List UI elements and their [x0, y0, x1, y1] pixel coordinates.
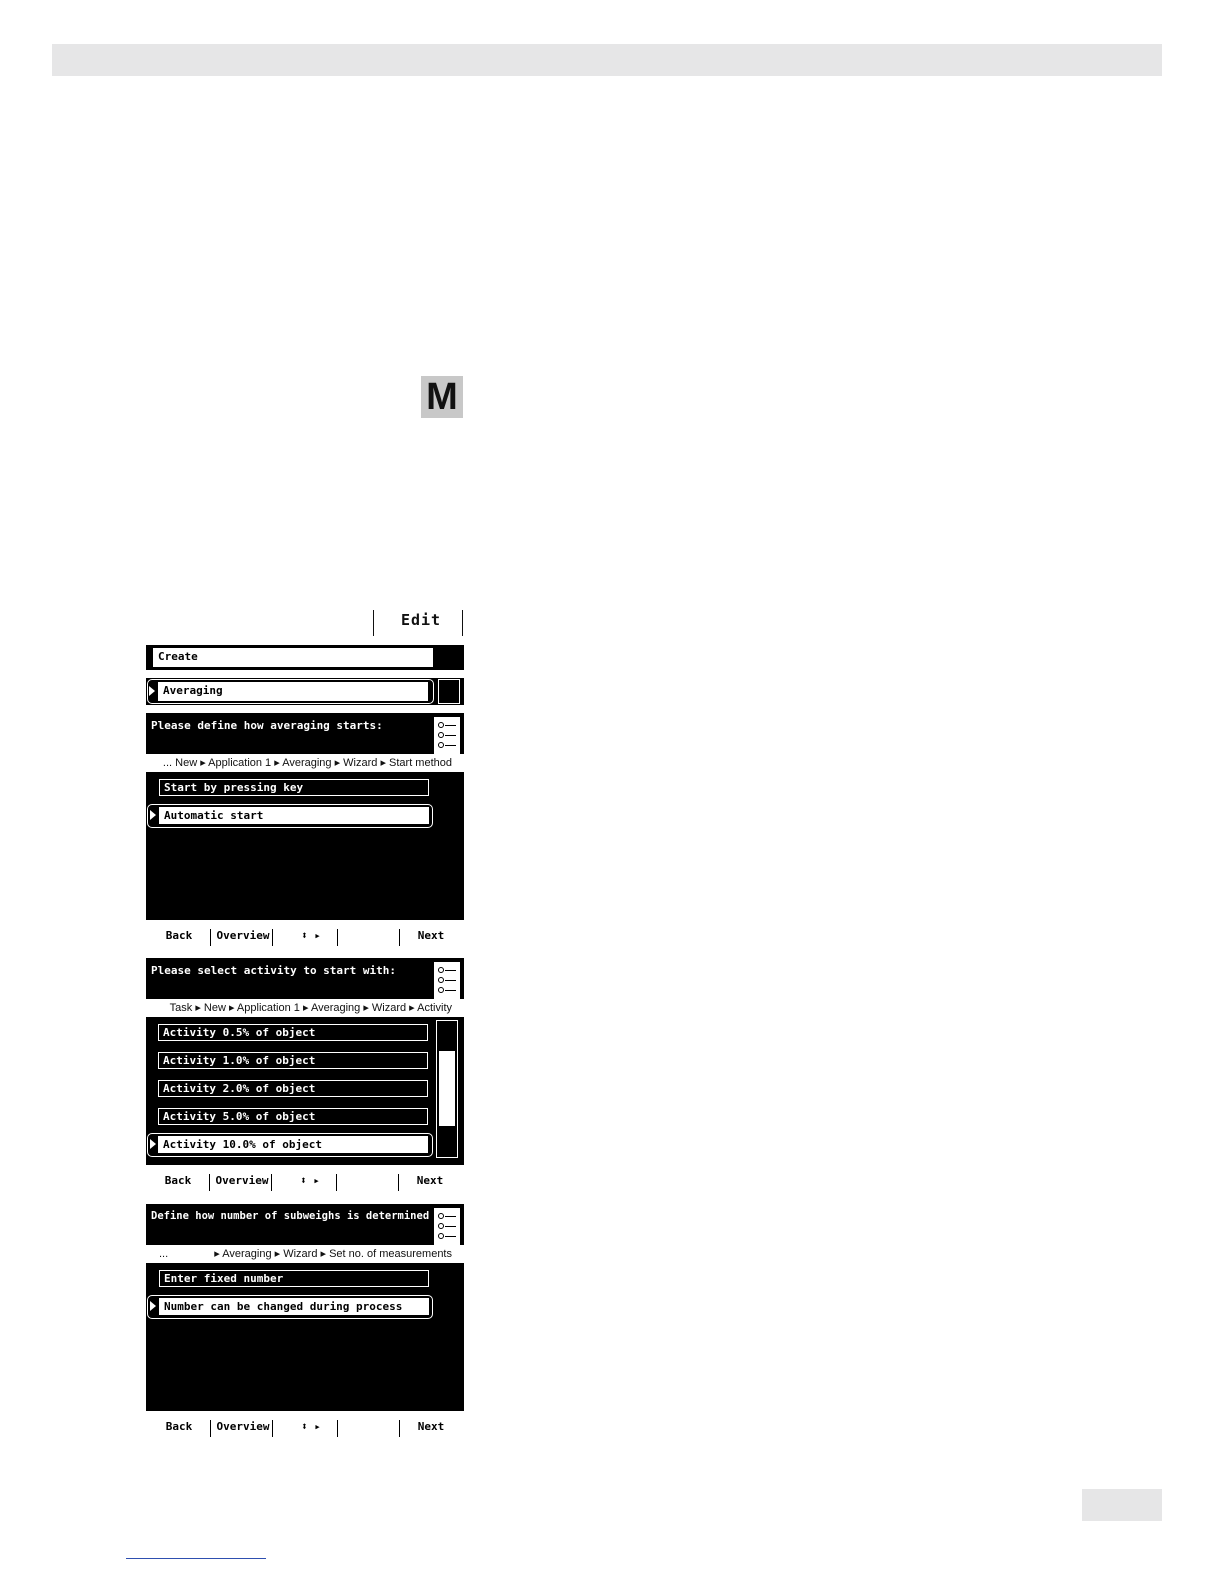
selection-arrow-icon [150, 810, 156, 820]
options-list: Start by pressing key Automatic start [146, 772, 464, 920]
list-view-icon[interactable] [434, 1208, 460, 1246]
softkey-bar: Back Overview ⬍ ▸ Next [146, 1412, 464, 1442]
dialog-title: Please define how averaging starts: [151, 719, 383, 732]
screen-activity: Please select activity to start with: Ta… [146, 958, 464, 1196]
back-button[interactable]: Back [156, 929, 202, 942]
divider [462, 610, 463, 636]
option-activity-2-0[interactable]: Activity 2.0% of object [158, 1080, 428, 1097]
navigate-arrows-icon[interactable]: ⬍ ▸ [286, 929, 336, 942]
dialog-title-bar: Define how number of subweighs is determ… [146, 1204, 464, 1246]
option-activity-0-5[interactable]: Activity 0.5% of object [158, 1024, 428, 1041]
softkey-bar: Back Overview ⬍ ▸ Next [146, 921, 464, 951]
navigate-arrows-icon[interactable]: ⬍ ▸ [285, 1174, 335, 1187]
option-number-changeable[interactable]: Number can be changed during process [159, 1298, 429, 1315]
scrollbar-thumb[interactable] [439, 1051, 455, 1126]
next-button[interactable]: Next [408, 1420, 454, 1433]
divider [373, 610, 374, 636]
list-view-icon[interactable] [434, 962, 460, 1000]
scroll-indicator [438, 679, 460, 704]
list-view-icon[interactable] [434, 717, 460, 755]
header-band [52, 44, 1162, 76]
option-activity-10-0[interactable]: Activity 10.0% of object [158, 1136, 428, 1153]
menu-key-m-icon: M [421, 376, 463, 418]
breadcrumb-ellipsis: ... [159, 1248, 169, 1260]
option-activity-1-0[interactable]: Activity 1.0% of object [158, 1052, 428, 1069]
back-button[interactable]: Back [156, 1420, 202, 1433]
option-enter-fixed-number[interactable]: Enter fixed number [159, 1270, 429, 1287]
breadcrumb: ... New ▸ Application 1 ▸ Averaging ▸ Wi… [146, 754, 464, 772]
selection-arrow-icon [150, 1139, 156, 1149]
breadcrumb: Task ▸ New ▸ Application 1 ▸ Averaging ▸… [146, 999, 464, 1017]
edit-header: Edit [146, 607, 464, 637]
option-start-by-pressing-key[interactable]: Start by pressing key [159, 779, 429, 796]
application-row: Averaging [146, 678, 464, 705]
edit-softkey[interactable]: Edit [386, 611, 456, 629]
overview-button[interactable]: Overview [212, 1420, 274, 1433]
dialog-title: Please select activity to start with: [151, 964, 397, 977]
option-activity-5-0[interactable]: Activity 5.0% of object [158, 1108, 428, 1125]
create-row: Create [146, 645, 464, 670]
option-automatic-start[interactable]: Automatic start [159, 807, 429, 824]
selection-arrow-icon [150, 1301, 156, 1311]
navigate-arrows-icon[interactable]: ⬍ ▸ [286, 1420, 336, 1433]
overview-button[interactable]: Overview [212, 929, 274, 942]
dialog-title: Define how number of subweighs is determ… [151, 1210, 430, 1222]
breadcrumb: ... ▸ Averaging ▸ Wizard ▸ Set no. of me… [146, 1245, 464, 1263]
options-list: Enter fixed number Number can be changed… [146, 1263, 464, 1411]
dialog-title-bar: Please define how averaging starts: [146, 713, 464, 755]
options-list: Activity 0.5% of object Activity 1.0% of… [146, 1017, 464, 1165]
application-field[interactable]: Averaging [158, 682, 428, 701]
overview-button[interactable]: Overview [211, 1174, 273, 1187]
create-field[interactable]: Create [153, 648, 433, 667]
footer-link-underline[interactable] [126, 1558, 266, 1559]
scrollbar[interactable] [436, 1020, 458, 1158]
softkey-bar: Back Overview ⬍ ▸ Next [146, 1166, 464, 1196]
dialog-title-bar: Please select activity to start with: [146, 958, 464, 1000]
next-button[interactable]: Next [407, 1174, 453, 1187]
screen-start-method: Please define how averaging starts: ... … [146, 713, 464, 951]
breadcrumb-path: ▸ Averaging ▸ Wizard ▸ Set no. of measur… [214, 1248, 452, 1260]
next-button[interactable]: Next [408, 929, 454, 942]
screen-subweighs: Define how number of subweighs is determ… [146, 1204, 464, 1442]
back-button[interactable]: Back [155, 1174, 201, 1187]
page-number-box [1082, 1489, 1162, 1521]
